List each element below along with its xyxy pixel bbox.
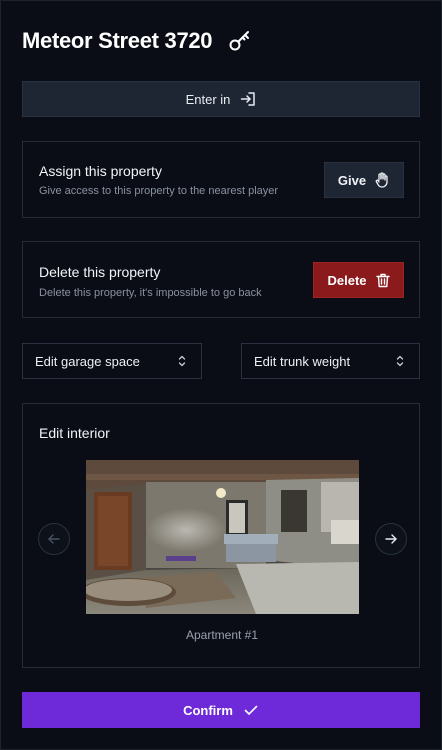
- delete-label: Delete: [327, 272, 367, 288]
- chevron-updown-icon: [178, 355, 186, 367]
- give-button[interactable]: Give: [324, 162, 404, 198]
- trunk-weight-label: Edit trunk weight: [254, 353, 351, 369]
- check-icon: [244, 705, 258, 715]
- delete-subtitle: Delete this property, it's impossible to…: [39, 287, 262, 299]
- next-interior-button[interactable]: [375, 523, 407, 555]
- enter-in-button[interactable]: Enter in: [22, 81, 420, 117]
- assign-property-card: Assign this property Give access to this…: [22, 141, 420, 218]
- edit-interior-card: Edit interior Apartment #1: [22, 403, 420, 668]
- confirm-button[interactable]: Confirm: [22, 692, 420, 728]
- header: Meteor Street 3720: [22, 28, 252, 54]
- interior-preview-image: [86, 460, 359, 614]
- page-title: Meteor Street 3720: [22, 28, 213, 53]
- previous-interior-button[interactable]: [38, 523, 70, 555]
- hand-icon: [375, 172, 388, 188]
- garage-space-select[interactable]: Edit garage space: [22, 343, 202, 379]
- give-label: Give: [337, 172, 367, 188]
- chevron-updown-icon: [396, 355, 404, 367]
- delete-property-card: Delete this property Delete this propert…: [22, 241, 420, 318]
- garage-space-label: Edit garage space: [35, 353, 140, 369]
- apartment-interior-picture: [86, 460, 359, 614]
- interior-caption: Apartment #1: [185, 628, 259, 642]
- trash-icon: [375, 273, 390, 287]
- delete-button[interactable]: Delete: [313, 262, 404, 298]
- assign-subtitle: Give access to this property to the near…: [39, 185, 279, 197]
- key-icon: [229, 31, 250, 51]
- trunk-weight-select[interactable]: Edit trunk weight: [241, 343, 420, 379]
- assign-title: Assign this property: [39, 163, 162, 179]
- enter-arrow-icon: [241, 92, 256, 106]
- arrow-left-icon: [48, 534, 60, 544]
- delete-title: Delete this property: [39, 264, 161, 280]
- enter-in-label: Enter in: [185, 91, 231, 107]
- interior-title: Edit interior: [39, 425, 110, 441]
- confirm-label: Confirm: [183, 702, 233, 718]
- arrow-right-icon: [385, 534, 397, 544]
